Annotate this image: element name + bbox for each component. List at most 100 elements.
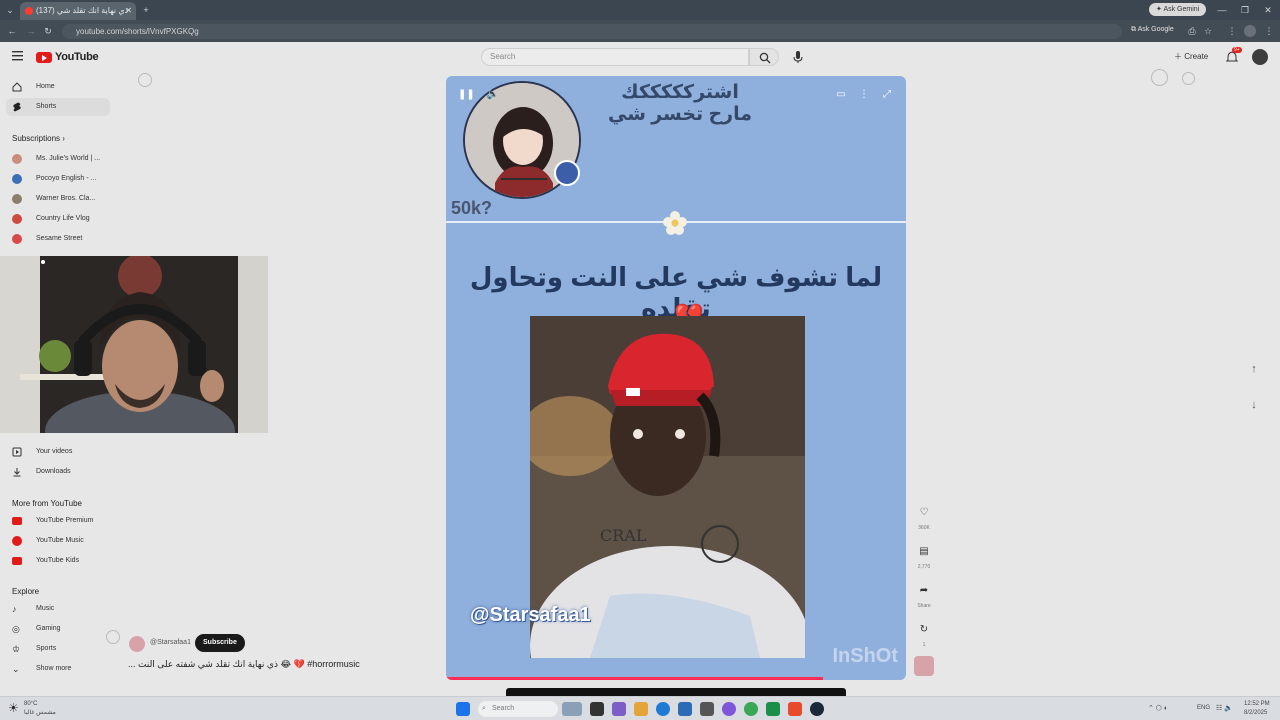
sidebar-item-downloads[interactable]: Downloads	[6, 463, 110, 481]
sidebar-item-your-videos[interactable]: Your videos	[6, 443, 110, 461]
sidebar-item-label: Ms. Julie's World | ...	[36, 155, 101, 162]
browser-tab[interactable]: (137) ذي نهاية انك تقلد شي ✕	[20, 2, 136, 20]
sidebar-item-subscription[interactable]: Ms. Julie's World | ...	[6, 150, 110, 168]
short-caption[interactable]: ... ذي نهاية انك تقلد شي شفته على النت 😂…	[128, 659, 360, 670]
task-view-icon[interactable]	[590, 702, 604, 716]
close-window-icon[interactable]: ✕	[1261, 3, 1275, 17]
account-avatar[interactable]	[1252, 49, 1268, 65]
progress-bar[interactable]	[446, 677, 824, 680]
weather-widget[interactable]: 80°C مشمس غالبا	[24, 700, 56, 718]
chevron-down-icon: ⌄	[12, 664, 20, 674]
notifications-button[interactable]: 9+	[1226, 47, 1242, 63]
weather-icon: ☀	[8, 701, 19, 715]
profile-avatar[interactable]	[1244, 25, 1256, 37]
network-volume-icon[interactable]: ☷ 🔈	[1216, 704, 1233, 713]
youtube-favicon-icon	[25, 7, 33, 15]
taskbar-search[interactable]: ⌕ Search	[478, 701, 558, 717]
voice-search-button[interactable]	[790, 49, 806, 65]
edge-icon[interactable]	[656, 702, 670, 716]
app-icon[interactable]	[700, 702, 714, 716]
sidebar-item-music[interactable]: ♪ Music	[6, 600, 110, 618]
browser-tab-bar: ⌄ (137) ذي نهاية انك تقلد شي ✕ + ✦ Ask G…	[0, 0, 1280, 20]
caption-bar	[506, 688, 846, 696]
channel-avatar[interactable]	[129, 636, 145, 652]
search-input[interactable]: Search	[481, 48, 749, 66]
next-short-button[interactable]: ↓	[1244, 395, 1264, 415]
widgets-icon[interactable]	[562, 702, 582, 716]
search-icon: ⌕	[482, 705, 486, 712]
sidebar-item-youtube-premium[interactable]: YouTube Premium	[6, 512, 110, 530]
cast-icon[interactable]: ⎙	[1185, 24, 1199, 38]
youtube-logo[interactable]: YouTube	[36, 51, 99, 63]
clock-date: 8/2/2025	[1244, 710, 1268, 716]
language-indicator[interactable]: ENG	[1197, 704, 1210, 713]
sidebar-item-shorts[interactable]: Shorts	[6, 98, 110, 116]
channel-avatar	[12, 234, 22, 244]
previous-short-button[interactable]: ↑	[1244, 359, 1264, 379]
app-icon[interactable]	[612, 702, 626, 716]
pause-button[interactable]: ❚❚	[458, 88, 475, 102]
more-vert-icon: ⋮	[859, 89, 869, 100]
like-button[interactable]: ♡ 360K	[914, 503, 934, 531]
store-icon[interactable]	[678, 702, 692, 716]
sidebar-item-subscription[interactable]: Warner Bros. Cla...	[6, 190, 110, 208]
windows-start-icon[interactable]	[456, 702, 470, 716]
captions-button[interactable]: ▭	[834, 88, 848, 102]
share-button[interactable]: ➦ Share	[914, 581, 934, 609]
sidebar-item-youtube-kids[interactable]: YouTube Kids	[6, 552, 110, 570]
sidebar-item-label: Show more	[36, 665, 72, 672]
svg-text:CRAL: CRAL	[600, 526, 647, 545]
close-tab-icon[interactable]: ✕	[125, 2, 132, 20]
extensions-icon[interactable]: ⋮	[1225, 24, 1239, 38]
sidebar-item-youtube-music[interactable]: YouTube Music	[6, 532, 110, 550]
audio-thumbnail[interactable]	[914, 656, 934, 676]
channel-name[interactable]: @Starsafaa1	[150, 639, 191, 646]
hamburger-menu-icon[interactable]	[12, 51, 23, 61]
forward-icon[interactable]: →	[24, 24, 38, 38]
sidebar-item-label: Country Life Vlog	[36, 215, 90, 222]
fullscreen-button[interactable]: ⤢	[880, 88, 894, 102]
tray-icons[interactable]: ⌃ ⬡ ◐	[1148, 704, 1168, 713]
new-tab-icon[interactable]: +	[139, 3, 153, 17]
app-icon[interactable]	[722, 702, 736, 716]
search-button[interactable]	[749, 48, 779, 66]
chrome-menu-icon[interactable]: ⋮	[1262, 24, 1276, 38]
file-explorer-icon[interactable]	[634, 702, 648, 716]
tab-search-icon[interactable]: ⌄	[3, 3, 17, 17]
sidebar-item-sports[interactable]: ♔ Sports	[6, 640, 110, 658]
steam-icon[interactable]	[810, 702, 824, 716]
shorts-player[interactable]: 50k? اشتركككككك مارح تخسر شي لما تشوف شي…	[446, 76, 906, 680]
restore-icon[interactable]: ❐	[1238, 3, 1252, 17]
more-options-button[interactable]: ⋮	[857, 88, 871, 102]
loading-spinner-icon	[1151, 69, 1168, 86]
sidebar-item-gaming[interactable]: ◎ Gaming	[6, 620, 110, 638]
sidebar-item-subscription[interactable]: Pocoyo English - ...	[6, 170, 110, 188]
back-icon[interactable]: ←	[5, 24, 19, 38]
chrome-icon[interactable]	[744, 702, 758, 716]
create-button[interactable]: ＋ Create	[1174, 51, 1208, 62]
remix-button[interactable]: ↻ 1	[914, 620, 934, 648]
comment-button[interactable]: ▤ 2,770	[914, 542, 934, 570]
ask-google-button[interactable]: ⧉ Ask Google	[1131, 26, 1174, 34]
brave-icon[interactable]	[788, 702, 802, 716]
sidebar-item-show-more[interactable]: ⌄ Show more	[6, 660, 110, 678]
sidebar-item-label: Warner Bros. Cla...	[36, 195, 96, 202]
share-icon: ➦	[919, 585, 929, 596]
app-icon[interactable]	[766, 702, 780, 716]
sidebar-item-home[interactable]: Home	[6, 78, 110, 96]
sidebar-item-subscription[interactable]: Country Life Vlog	[6, 210, 110, 228]
reload-icon[interactable]: ↻	[41, 24, 55, 38]
subscriptions-heading[interactable]: Subscriptions ›	[12, 134, 65, 143]
minimize-icon[interactable]: —	[1215, 3, 1229, 17]
clock[interactable]: 12:52 PM 8/2/2025	[1244, 700, 1270, 718]
mic-icon	[793, 51, 803, 63]
create-label: Create	[1184, 52, 1209, 61]
volume-button[interactable]: 🔈	[486, 88, 500, 102]
loading-spinner-icon	[138, 73, 152, 87]
search-icon	[759, 52, 771, 64]
sidebar-item-subscription[interactable]: Sesame Street	[6, 230, 110, 248]
ask-gemini-button[interactable]: ✦ Ask Gemini	[1149, 3, 1207, 16]
url-field[interactable]: youtube.com/shorts/lVnvfPXGKQg	[62, 24, 1122, 39]
subscribe-button[interactable]: Subscribe	[195, 634, 245, 652]
bookmark-star-icon[interactable]: ☆	[1201, 24, 1215, 38]
